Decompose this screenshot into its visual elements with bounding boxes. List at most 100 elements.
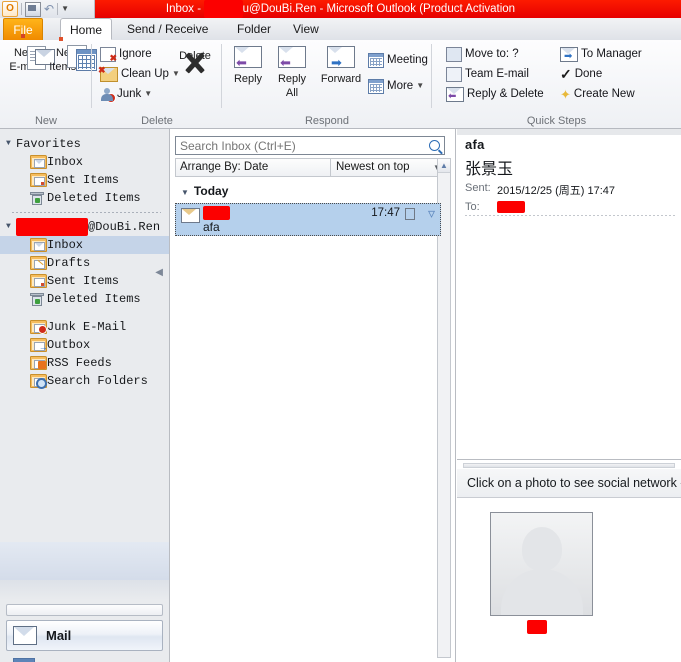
undo-icon[interactable]: ↶ <box>44 3 54 15</box>
folder-outbox-label: Outbox <box>47 338 91 352</box>
window-title-redaction <box>204 0 243 18</box>
meeting-button[interactable]: Meeting <box>368 52 428 68</box>
ribbon-group-label-delete: Delete <box>141 115 173 127</box>
window-title-prefix: Inbox - <box>165 3 205 15</box>
folder-item-inbox[interactable]: Inbox <box>0 236 169 254</box>
favorite-sent-label: Sent Items <box>47 173 120 187</box>
account-header[interactable]: ▼ @DouBi.Ren <box>0 218 169 236</box>
tab-folder[interactable]: Folder <box>228 18 280 40</box>
more-icon <box>368 78 384 94</box>
quick-access-toolbar: O ↶ ▼ <box>0 0 95 18</box>
team-email-label: Team E-mail <box>465 68 529 80</box>
ribbon-group-respond: ⬅ Reply ⬅ Reply All ➡ Forward Meeting Mo… <box>222 40 432 128</box>
tab-view[interactable]: View <box>284 18 328 40</box>
arrange-by-label[interactable]: Arrange By: Date <box>176 159 331 176</box>
tab-send-receive[interactable]: Send / Receive <box>118 18 217 40</box>
ribbon-group-delete: ✖ Ignore ✖ Clean Up ▼ Junk ▼ Delete Dele… <box>92 40 222 128</box>
message-sender-name[interactable]: 张景玉 <box>465 155 675 179</box>
scroll-up-icon[interactable]: ▲ <box>438 159 450 173</box>
send-receive-icon[interactable] <box>25 1 41 17</box>
delete-button[interactable]: Delete <box>172 48 218 62</box>
folder-sent-icon <box>30 173 47 187</box>
ignore-icon: ✖ <box>100 46 117 62</box>
favorites-header[interactable]: ▼ Favorites <box>0 135 169 153</box>
account-expand-triangle-icon: ▼ <box>6 222 11 231</box>
qat-divider-1 <box>21 3 22 15</box>
sent-label: Sent: <box>465 182 491 194</box>
quick-step-reply-delete[interactable]: ⬅ Reply & Delete <box>446 86 544 102</box>
quick-step-to-manager[interactable]: ➡ To Manager <box>560 46 642 62</box>
table-row[interactable]: 17:47 afa ▿ <box>175 203 441 236</box>
folder-item-search[interactable]: Search Folders <box>0 372 169 390</box>
folder-inbox-icon <box>30 238 47 252</box>
favorite-item-sent[interactable]: Sent Items <box>0 171 169 189</box>
search-box[interactable] <box>175 136 445 155</box>
quick-step-create-new[interactable]: ✦ Create New <box>560 86 635 102</box>
more-chevron-down-icon[interactable]: ▼ <box>416 82 424 90</box>
to-manager-icon: ➡ <box>560 46 578 62</box>
reply-all-label-2: All <box>285 87 299 99</box>
avatar-head <box>522 527 562 571</box>
junk-icon <box>100 87 116 103</box>
collapse-nav-pane-icon[interactable]: ◀ <box>155 267 163 278</box>
folder-outbox-icon <box>30 338 47 353</box>
contact-photo[interactable] <box>490 512 593 616</box>
reading-pane: afa 张景玉 Sent: 2015/12/25 (周五) 17:47 To: … <box>457 129 681 662</box>
nav-collapse-strip[interactable] <box>6 604 163 616</box>
folder-item-deleted[interactable]: Deleted Items <box>0 290 169 308</box>
search-icon[interactable] <box>429 140 440 151</box>
clean-up-chevron-down-icon[interactable]: ▼ <box>172 70 180 78</box>
forward-button[interactable]: ➡ Forward <box>315 46 367 85</box>
forward-label: Forward <box>320 73 362 85</box>
favorite-item-deleted[interactable]: Deleted Items <box>0 189 169 207</box>
folder-item-sent[interactable]: Sent Items <box>0 272 169 290</box>
social-pane-resize-handle[interactable] <box>463 463 675 468</box>
reply-delete-label: Reply & Delete <box>467 88 544 100</box>
group-header-label: Today <box>193 184 229 198</box>
module-button-mail[interactable]: Mail <box>6 620 163 651</box>
more-respond-button[interactable]: More ▼ <box>368 78 424 94</box>
favorite-item-inbox[interactable]: Inbox <box>0 153 169 171</box>
new-email-button[interactable]: New E-mail <box>3 34 55 73</box>
clean-up-button[interactable]: ✖ Clean Up ▼ <box>98 65 180 82</box>
reply-button[interactable]: ⬅ Reply <box>228 46 268 85</box>
quick-step-done[interactable]: ✓ Done <box>560 66 602 82</box>
mail-icon <box>13 626 37 645</box>
junk-chevron-down-icon[interactable]: ▼ <box>144 90 152 98</box>
reading-pane-top-edge <box>457 129 681 135</box>
to-label: To: <box>465 201 480 213</box>
folder-item-rss[interactable]: RSS Feeds <box>0 354 169 372</box>
favorite-deleted-label: Deleted Items <box>47 191 141 205</box>
more-label: More <box>387 80 414 92</box>
tab-home[interactable]: Home <box>60 18 113 40</box>
outlook-logo-icon: O <box>2 1 18 17</box>
ignore-button[interactable]: ✖ Ignore <box>100 46 152 62</box>
folder-inbox-icon <box>30 155 47 169</box>
message-group-header[interactable]: ▼ Today <box>181 184 228 198</box>
expand-triangle-icon: ▼ <box>6 139 11 148</box>
quick-step-move-to[interactable]: Move to: ? <box>446 46 519 62</box>
folder-drafts-label: Drafts <box>47 256 91 270</box>
folder-search-icon <box>30 374 47 389</box>
folder-rss-icon <box>30 356 47 370</box>
message-sender <box>203 206 230 220</box>
search-input[interactable] <box>176 137 418 154</box>
nav-band-lower <box>0 580 169 600</box>
reply-all-button[interactable]: ⬅ Reply All <box>270 46 314 99</box>
sort-order-label[interactable]: Newest on top <box>331 159 430 176</box>
social-connector-pane: Click on a photo to see social network « <box>457 459 681 662</box>
quick-step-team-email[interactable]: Team E-mail <box>446 66 529 82</box>
new-items-button[interactable]: New Items ▾ <box>45 37 97 73</box>
avatar-body <box>501 569 583 615</box>
social-connector-message[interactable]: Click on a photo to see social network « <box>457 469 681 498</box>
ribbon: New E-mail New Items ▾ New ✖ Ignore ✖ Cl… <box>0 34 681 129</box>
flag-icon[interactable]: ▿ <box>428 206 435 220</box>
junk-button[interactable]: Junk ▼ <box>100 86 152 103</box>
folder-item-outbox[interactable]: Outbox <box>0 336 169 354</box>
folder-item-junk[interactable]: Junk E-Mail <box>0 318 169 336</box>
folder-item-drafts[interactable]: Drafts <box>0 254 169 272</box>
clean-up-label: Clean Up <box>121 68 169 80</box>
trash-icon <box>30 191 47 205</box>
module-button-calendar[interactable]: Calendar <box>6 653 163 662</box>
customize-qat-icon[interactable]: ▼ <box>61 5 69 13</box>
